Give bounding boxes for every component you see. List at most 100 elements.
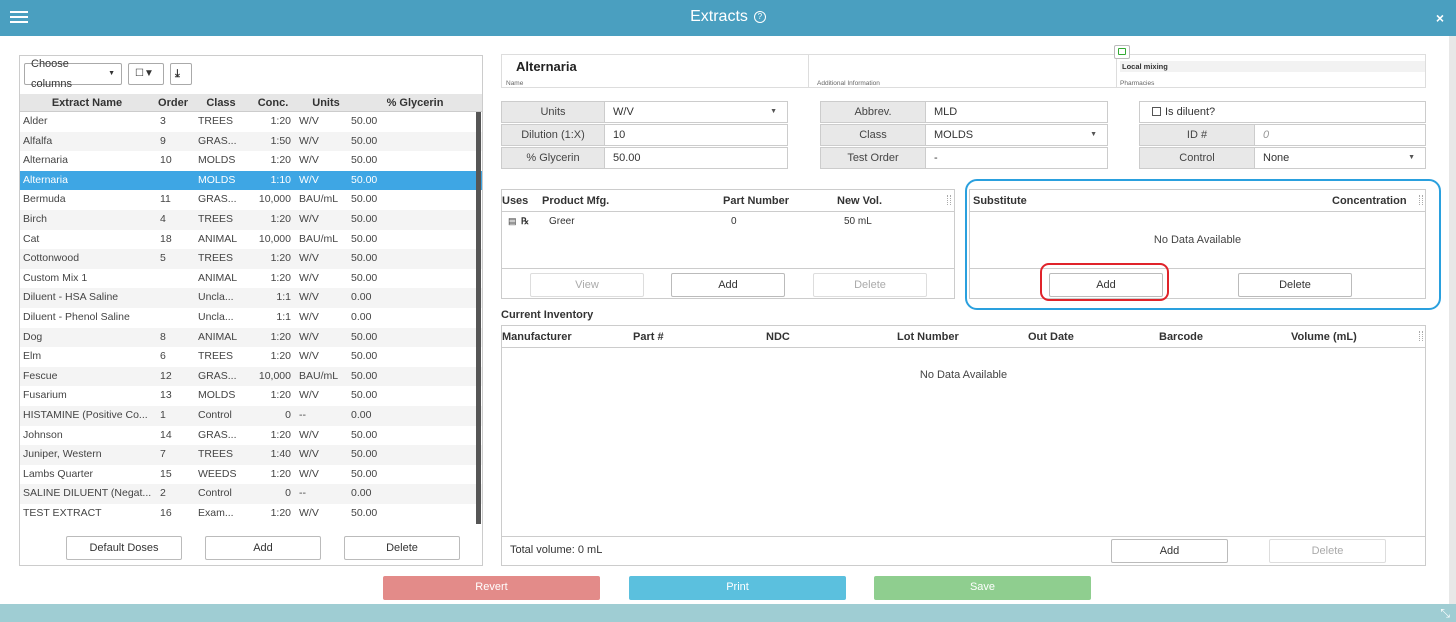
table-row[interactable]: SALINE DILUENT (Negat... 2 Control 0 -- 0.00	[20, 484, 482, 504]
table-row[interactable]: Dog 8 ANIMAL 1:20 W/V 50.00	[20, 327, 482, 348]
extract-grid-header: Extract Name Order Class Conc. Units % G…	[20, 94, 482, 112]
add-extract-button[interactable]: Add	[205, 536, 321, 560]
name-cell: Custom Mix 1	[23, 271, 88, 284]
table-row[interactable]: Elm 6 TREES 1:20 W/V 50.00	[20, 347, 482, 367]
col-header-product-mfg[interactable]: Product Mfg.	[542, 195, 609, 207]
table-row[interactable]: TEST EXTRACT 16 Exam... 1:20 W/V 50.00	[20, 504, 482, 524]
col-header-units[interactable]: Units	[302, 94, 350, 112]
table-row[interactable]: Fescue 12 GRAS... 10,000 BAU/mL 50.00	[20, 366, 482, 387]
revert-button[interactable]: Revert	[383, 576, 600, 600]
grid-scrollbar[interactable]	[476, 112, 481, 524]
pharmacy-value[interactable]: Local mixing	[1120, 61, 1425, 72]
col-header-class[interactable]: Class	[198, 94, 244, 112]
col-header-manufacturer[interactable]: Manufacturer	[502, 331, 572, 343]
col-header-part-number[interactable]: Part Number	[723, 195, 789, 207]
order-cell: 15	[160, 467, 172, 480]
dilution-field: Dilution (1:X) 10	[501, 124, 788, 146]
class-cell: Exam...	[198, 506, 234, 519]
delete-extract-button[interactable]: Delete	[344, 536, 460, 560]
order-cell: 11	[160, 193, 171, 206]
conc-cell: 1:20	[270, 330, 291, 343]
table-row[interactable]: Cottonwood 5 TREES 1:20 W/V 50.00	[20, 249, 482, 269]
table-row[interactable]: Fusarium 13 MOLDS 1:20 W/V 50.00	[20, 386, 482, 406]
clipboard-icon[interactable]: ▤	[508, 216, 517, 227]
add-product-button[interactable]: Add	[671, 273, 785, 297]
extract-name[interactable]: Alternaria	[516, 59, 577, 74]
glycerin-field: % Glycerin 50.00	[501, 147, 788, 169]
col-header-order[interactable]: Order	[156, 94, 190, 112]
col-header-volume[interactable]: Volume (mL)	[1291, 331, 1357, 343]
delete-product-button[interactable]: Delete	[813, 273, 927, 297]
units-select[interactable]: W/V ▼	[605, 101, 788, 123]
glycerin-cell: 50.00	[351, 115, 378, 127]
col-header-ndc[interactable]: NDC	[766, 331, 790, 343]
units-cell: W/V	[299, 330, 319, 343]
is-diluent-checkbox[interactable]: Is diluent?	[1139, 101, 1426, 123]
glycerin-input[interactable]: 50.00	[605, 147, 788, 169]
col-header-new-vol[interactable]: New Vol.	[837, 195, 882, 207]
name-cell: TEST EXTRACT	[23, 506, 102, 519]
view-product-button[interactable]: View	[530, 273, 644, 297]
table-row[interactable]: Johnson 14 GRAS... 1:20 W/V 50.00	[20, 426, 482, 446]
rx-icon[interactable]: ℞	[521, 216, 529, 227]
table-row[interactable]: Diluent - HSA Saline Uncla... 1:1 W/V 0.00	[20, 288, 482, 308]
checkbox-icon	[1152, 107, 1161, 116]
glycerin-cell: 50.00	[351, 448, 378, 461]
class-cell: ANIMAL	[198, 271, 238, 284]
class-select[interactable]: MOLDS ▼	[926, 124, 1108, 146]
table-row[interactable]: Bermuda 11 GRAS... 10,000 BAU/mL 50.00	[20, 190, 482, 210]
col-header-conc[interactable]: Conc.	[248, 94, 298, 112]
print-button[interactable]: Print	[629, 576, 846, 600]
glycerin-cell: 50.00	[351, 134, 378, 147]
col-header-lot-number[interactable]: Lot Number	[897, 331, 959, 343]
name-cell: Bermuda	[23, 193, 66, 206]
col-header-extract-name[interactable]: Extract Name	[20, 94, 154, 112]
table-row[interactable]: Juniper, Western 7 TREES 1:40 W/V 50.00	[20, 445, 482, 465]
name-cell: Dog	[23, 330, 43, 343]
save-button[interactable]: Save	[874, 576, 1091, 600]
table-row[interactable]: Birch 4 TREES 1:20 W/V 50.00	[20, 209, 482, 230]
test-order-input[interactable]: -	[926, 147, 1108, 169]
dilution-input[interactable]: 10	[605, 124, 788, 146]
table-row[interactable]: Custom Mix 1 ANIMAL 1:20 W/V 50.00	[20, 269, 482, 289]
conc-cell: 10,000	[258, 232, 291, 245]
table-row[interactable]: HISTAMINE (Positive Co... 1 Control 0 -- 0.00	[20, 405, 482, 426]
divider	[502, 268, 954, 269]
table-row[interactable]: Alder 3 TREES 1:20 W/V 50.00	[20, 112, 482, 132]
table-row[interactable]: Lambs Quarter 15 WEEDS 1:20 W/V 50.00	[20, 465, 482, 485]
window-scrollbar[interactable]	[1449, 36, 1456, 604]
column-gripper-icon[interactable]	[947, 195, 951, 205]
filter-button[interactable]: ☐▼	[128, 63, 164, 85]
control-select[interactable]: None ▼	[1255, 147, 1426, 169]
glycerin-cell: 50.00	[351, 232, 378, 245]
col-header-out-date[interactable]: Out Date	[1028, 331, 1074, 343]
class-cell: GRAS...	[198, 193, 237, 206]
choose-columns-dropdown[interactable]: Choose columns ▼	[24, 58, 122, 90]
default-doses-button[interactable]: Default Doses	[66, 536, 182, 560]
help-icon[interactable]: ?	[753, 11, 766, 23]
table-row[interactable]: Alfalfa 9 GRAS... 1:50 W/V 50.00	[20, 131, 482, 152]
col-header-barcode[interactable]: Barcode	[1159, 331, 1203, 343]
units-cell: W/V	[299, 428, 319, 441]
col-header-glycerin[interactable]: % Glycerin	[360, 94, 470, 112]
divider	[502, 536, 1425, 537]
product-row[interactable]: ▤ ℞ Greer 0 50 mL	[502, 213, 954, 231]
caret-down-icon: ▼	[770, 108, 777, 115]
id-input[interactable]: 0	[1255, 124, 1426, 146]
table-row[interactable]: Alternaria 10 MOLDS 1:20 W/V 50.00	[20, 151, 482, 171]
resize-icon[interactable]: ⤡	[1440, 606, 1450, 621]
table-row-selected[interactable]: Alternaria MOLDS 1:10 W/V 50.00	[20, 170, 482, 191]
col-header-part[interactable]: Part #	[633, 331, 664, 343]
table-row[interactable]: Cat 18 ANIMAL 10,000 BAU/mL 50.00	[20, 230, 482, 250]
export-button[interactable]: ⤓	[170, 63, 192, 85]
close-icon[interactable]: ×	[1436, 10, 1444, 26]
delete-inventory-button[interactable]: Delete	[1269, 539, 1386, 563]
col-header-uses[interactable]: Uses	[502, 195, 528, 207]
add-inventory-button[interactable]: Add	[1111, 539, 1228, 563]
abbrev-input[interactable]: MLD	[926, 101, 1108, 123]
glycerin-cell: 50.00	[351, 212, 378, 225]
table-row[interactable]: Diluent - Phenol Saline Uncla... 1:1 W/V 0.0…	[20, 308, 482, 328]
inventory-grid-header: Manufacturer Part # NDC Lot Number Out D…	[502, 326, 1425, 348]
column-gripper-icon[interactable]	[1419, 331, 1423, 341]
pharmacy-edit-icon[interactable]	[1114, 45, 1130, 59]
